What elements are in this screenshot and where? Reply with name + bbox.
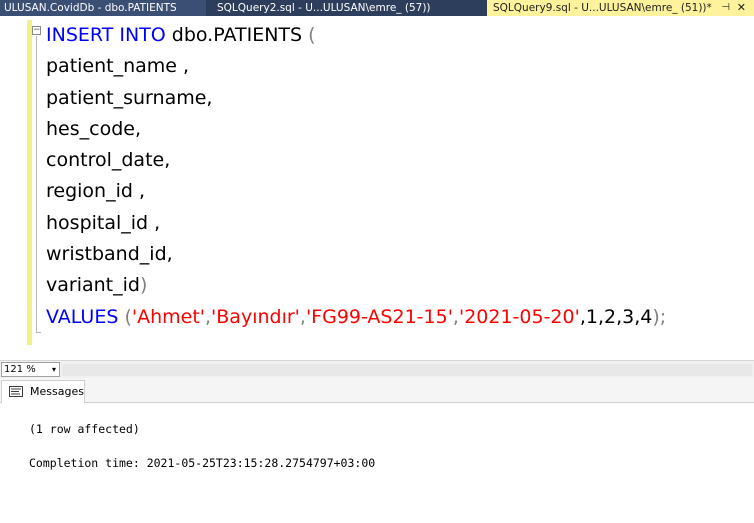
code-line: region_id , xyxy=(46,180,146,203)
keyword: VALUES xyxy=(46,305,119,328)
message-line: (1 row affected) xyxy=(29,422,140,436)
change-tracking-bar xyxy=(27,20,32,345)
close-paren: ) xyxy=(139,274,148,297)
string-literal: 'FG99-AS21-15' xyxy=(305,305,453,328)
sql-code[interactable]: INSERT INTO dbo.PATIENTS ( patient_name … xyxy=(46,20,666,333)
code-line: wristband_id, xyxy=(46,243,173,266)
code-line: hes_code, xyxy=(46,117,141,140)
results-tab-strip: Messages xyxy=(0,378,754,403)
document-tab-strip: ULUSAN.CovidDb - dbo.PATIENTS SQLQuery2.… xyxy=(0,0,754,16)
tab-patients-table[interactable]: ULUSAN.CovidDb - dbo.PATIENTS xyxy=(0,0,206,16)
column-name: variant_id xyxy=(46,274,140,297)
zoom-value: 121 % xyxy=(4,364,36,375)
pin-icon[interactable]: ⊣ xyxy=(721,0,730,16)
query-editor[interactable]: − INSERT INTO dbo.PATIENTS ( patient_nam… xyxy=(0,16,754,360)
open-paren: ( xyxy=(308,24,316,46)
string-literal: '2021-05-20' xyxy=(458,305,580,328)
message-line: Completion time: 2021-05-25T23:15:28.275… xyxy=(29,456,376,470)
code-line: INSERT INTO dbo.PATIENTS ( xyxy=(46,20,666,51)
chevron-down-icon: ▾ xyxy=(51,365,56,374)
table-name: dbo.PATIENTS xyxy=(165,24,309,46)
editor-status-bar: 121 % ▾ xyxy=(0,360,754,378)
horizontal-scrollbar[interactable] xyxy=(62,364,752,376)
close-icon[interactable]: ✕ xyxy=(737,0,746,16)
code-line: VALUES ('Ahmet','Bayındır','FG99-AS21-15… xyxy=(46,302,666,333)
tab-label: ULUSAN.CovidDb - dbo.PATIENTS xyxy=(4,2,177,14)
numeric-values: ,1,2,3,4 xyxy=(579,305,653,328)
code-line: control_date, xyxy=(46,149,171,172)
code-line: patient_surname, xyxy=(46,86,213,109)
string-literal: 'Ahmet' xyxy=(131,305,205,328)
outline-fold-end xyxy=(36,332,41,333)
editor-margin xyxy=(0,16,26,360)
messages-icon xyxy=(9,386,23,397)
code-line: variant_id) xyxy=(46,270,666,301)
keyword: INSERT INTO xyxy=(46,24,166,46)
zoom-dropdown[interactable]: 121 % ▾ xyxy=(1,362,60,377)
collapse-icon[interactable]: − xyxy=(32,26,41,35)
messages-pane: (1 row affected) Completion time: 2021-0… xyxy=(0,403,754,523)
tab-sqlquery9-active[interactable]: SQLQuery9.sql - U...ULUSAN\emre_ (51))* … xyxy=(487,0,754,16)
tab-label: Messages xyxy=(30,385,84,398)
tab-messages[interactable]: Messages xyxy=(1,380,85,403)
tab-sqlquery2[interactable]: SQLQuery2.sql - U...ULUSAN\emre_ (57)) xyxy=(213,0,483,16)
outline-fold-line xyxy=(36,36,37,332)
code-line: patient_name , xyxy=(46,55,190,78)
statement-end: ); xyxy=(652,305,667,328)
string-literal: 'Bayındır' xyxy=(211,305,300,328)
open-paren: ( xyxy=(118,305,132,328)
code-line: hospital_id , xyxy=(46,211,161,234)
tab-label: SQLQuery2.sql - U...ULUSAN\emre_ (57)) xyxy=(217,2,431,14)
tab-label: SQLQuery9.sql - U...ULUSAN\emre_ (51))* xyxy=(493,2,712,14)
